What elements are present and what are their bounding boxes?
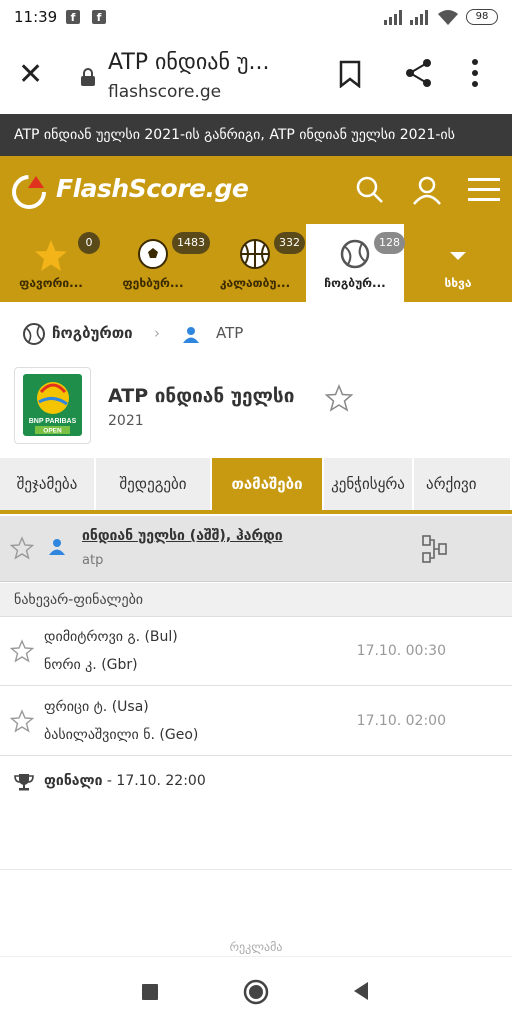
- signal-icon: [384, 10, 402, 25]
- tournament-logo: BNP PARIBAS OPEN: [14, 367, 91, 444]
- trophy-icon: [14, 774, 34, 791]
- browser-toolbar: ✕ ATP ინდიან უ... flashscore.ge: [0, 36, 512, 114]
- breadcrumb-category[interactable]: ATP: [216, 324, 243, 342]
- tab-label: ფავორი...: [19, 276, 83, 290]
- match-time: 17.10. 02:00: [356, 713, 446, 729]
- page-tabs: შეჯამება შედეგები თამაშები კენჭისყრა არქ…: [0, 458, 512, 514]
- count-badge: 332: [274, 232, 305, 254]
- battery-icon: 98: [466, 9, 498, 25]
- logo-sponsor-text: BNP PARIBAS: [29, 418, 77, 425]
- site-header: FlashScore.ge: [0, 156, 512, 224]
- tab-summary[interactable]: შეჯამება: [0, 458, 96, 510]
- soccer-ball-icon: [138, 239, 168, 269]
- breadcrumb-sport[interactable]: ჩოგბურთი: [52, 324, 133, 342]
- person-icon: [183, 327, 199, 343]
- page-title: ATP ინდიან უ...: [108, 50, 270, 75]
- share-icon[interactable]: [404, 58, 434, 88]
- more-options-icon[interactable]: [470, 58, 480, 88]
- player-away: ბასილაშვილი ნ. (Geo): [44, 727, 199, 743]
- tournament-year: 2021: [108, 413, 144, 429]
- chevron-down-icon: [450, 252, 466, 260]
- tab-label: ჩოგბურ...: [324, 276, 386, 290]
- favorite-star-icon[interactable]: [325, 384, 353, 412]
- player-home: ფრიცი ტ. (Usa): [44, 699, 149, 715]
- tennis-ball-icon: [340, 239, 370, 269]
- news-ticker[interactable]: ATP ინდიან უელსი 2021-ის განრიგი, ATP ინ…: [0, 114, 512, 156]
- league-sub: atp: [82, 553, 104, 568]
- tab-archive[interactable]: არქივი: [414, 458, 512, 510]
- tennis-ball-icon: [23, 323, 45, 345]
- favorite-star-icon[interactable]: [10, 536, 34, 560]
- tab-more[interactable]: სხვა: [404, 224, 512, 302]
- player-away: ნორი კ. (Gbr): [44, 657, 138, 673]
- search-icon[interactable]: [356, 176, 384, 204]
- draw-bracket-icon[interactable]: [422, 535, 448, 563]
- player-home: დიმიტროვი გ. (Bul): [44, 629, 178, 645]
- count-badge: 128: [374, 232, 405, 254]
- tab-fixtures[interactable]: თამაშები: [212, 458, 324, 510]
- league-name[interactable]: ინდიან უელსი (აშშ), ჰარდი: [82, 528, 283, 544]
- ad-label: რეკლამა: [229, 940, 283, 954]
- bookmark-icon[interactable]: [338, 60, 362, 88]
- signal-icon: [410, 10, 428, 25]
- status-time: 11:39: [14, 8, 58, 26]
- basketball-icon: [240, 239, 270, 269]
- final-time: - 17.10. 22:00: [102, 773, 206, 789]
- match-time: 17.10. 00:30: [356, 643, 446, 659]
- final-label-wrap: ფინალი - 17.10. 22:00: [44, 773, 206, 789]
- tab-label: კალათბუ...: [219, 276, 291, 290]
- star-icon: [35, 240, 67, 271]
- lock-icon: [81, 68, 95, 86]
- tab-soccer[interactable]: 1483 ფეხბურ...: [102, 224, 210, 302]
- tab-draw[interactable]: კენჭისყრა: [324, 458, 414, 510]
- divider: [0, 869, 512, 870]
- tournament-logo-image: BNP PARIBAS OPEN: [23, 374, 82, 436]
- tab-tennis[interactable]: 128 ჩოგბურ...: [306, 224, 405, 302]
- back-icon[interactable]: [352, 981, 370, 1001]
- tab-favorites[interactable]: 0 ფავორი...: [0, 224, 102, 302]
- tab-label: ფეხბურ...: [122, 276, 184, 290]
- wifi-icon: [438, 10, 458, 25]
- sports-tabs: 0 ფავორი... 1483 ფეხბურ... 332 კალათბუ..…: [0, 224, 512, 302]
- league-header: ინდიან უელსი (აშშ), ჰარდი atp: [0, 516, 512, 582]
- user-icon[interactable]: [412, 176, 442, 206]
- tab-label: სხვა: [444, 276, 472, 290]
- logo-open-text: OPEN: [43, 428, 62, 435]
- tab-basketball[interactable]: 332 კალათბუ...: [204, 224, 306, 302]
- person-icon: [49, 539, 65, 555]
- facebook-notification-icon: f: [92, 10, 106, 24]
- tournament-name: ATP ინდიან უელსი: [108, 385, 295, 407]
- final-label: ფინალი: [44, 773, 103, 789]
- close-icon[interactable]: ✕: [18, 60, 50, 92]
- status-bar: 11:39 f f 98: [0, 0, 512, 36]
- system-nav-bar: [0, 956, 512, 1024]
- tab-results[interactable]: შედეგები: [96, 458, 212, 510]
- home-icon[interactable]: [243, 979, 269, 1005]
- final-row: ფინალი - 17.10. 22:00: [0, 757, 512, 807]
- logo-text[interactable]: FlashScore.ge: [56, 174, 249, 203]
- recents-icon[interactable]: [142, 984, 158, 1000]
- favorite-star-icon[interactable]: [10, 709, 34, 733]
- match-row[interactable]: ფრიცი ტ. (Usa) ბასილაშვილი ნ. (Geo) 17.1…: [0, 687, 512, 756]
- match-row[interactable]: დიმიტროვი გ. (Bul) ნორი კ. (Gbr) 17.10. …: [0, 617, 512, 686]
- count-badge: 0: [78, 232, 100, 254]
- flashscore-logo-icon[interactable]: [10, 172, 50, 212]
- favorite-star-icon[interactable]: [10, 639, 34, 663]
- round-header: ნახევარ-ფინალები: [0, 583, 512, 617]
- url-text[interactable]: flashscore.ge: [108, 82, 221, 102]
- facebook-notification-icon: f: [66, 10, 80, 24]
- menu-icon[interactable]: [468, 176, 500, 202]
- chevron-right-icon: ›: [154, 324, 160, 342]
